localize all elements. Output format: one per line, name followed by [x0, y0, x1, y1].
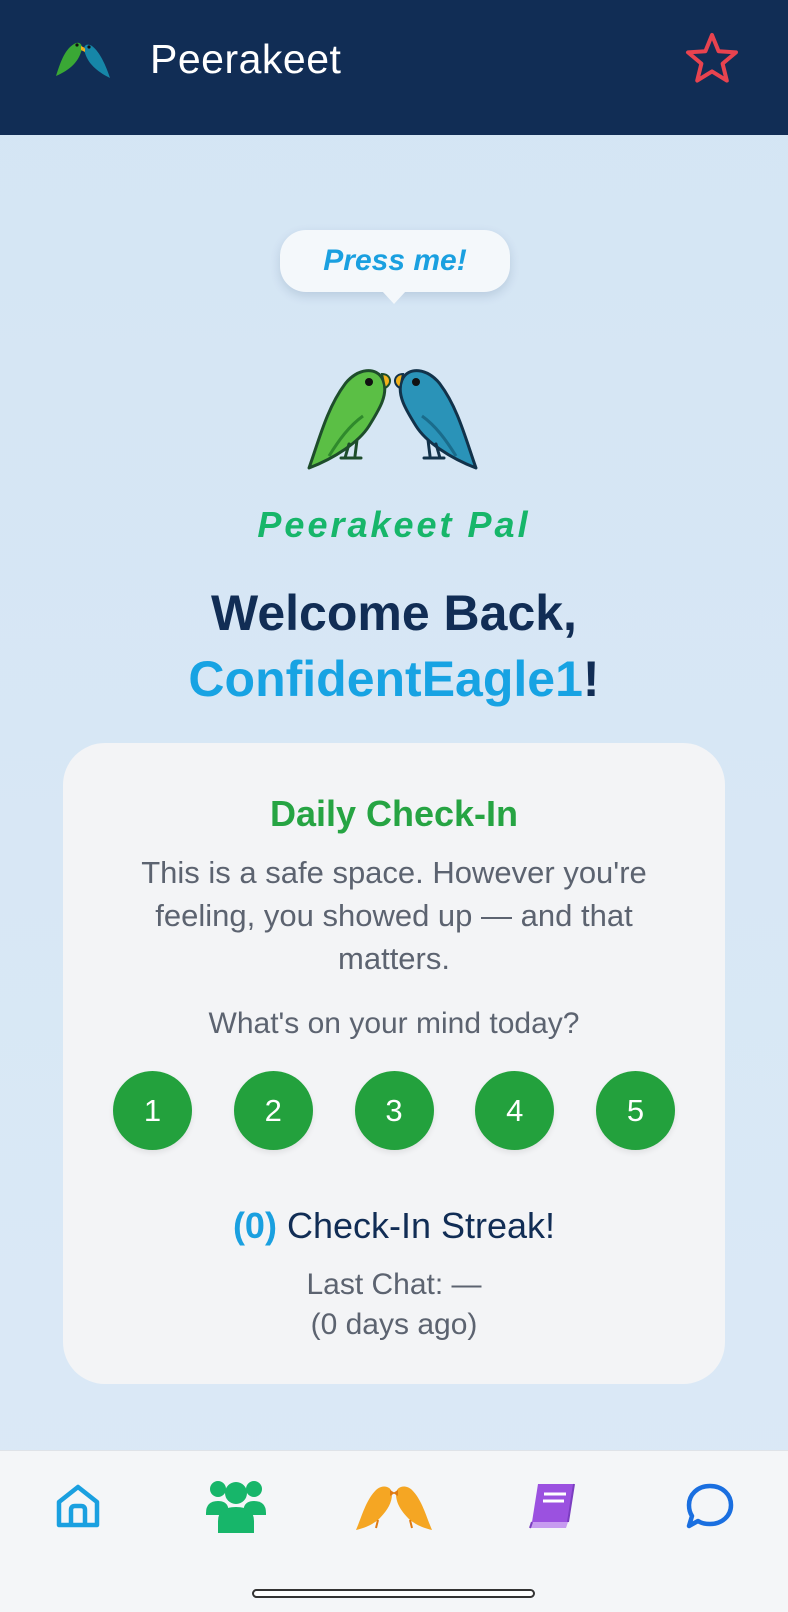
- bubble-text: Press me!: [323, 244, 467, 277]
- mood-rating-2-button[interactable]: 2: [233, 1071, 313, 1150]
- journal-icon: [529, 1483, 575, 1529]
- app-title: Peerakeet: [150, 36, 342, 82]
- welcome-suffix: !: [582, 651, 600, 707]
- mascot-name: Peerakeet Pal: [257, 504, 531, 545]
- home-icon: [56, 1484, 100, 1528]
- daily-checkin-card: Daily Check-In This is a safe space. How…: [63, 743, 725, 1384]
- press-me-bubble[interactable]: Press me!: [280, 230, 510, 304]
- parakeets-icon: [356, 1486, 432, 1530]
- welcome-line: Welcome Back,: [211, 585, 577, 641]
- checkin-title: Daily Check-In: [269, 793, 519, 834]
- mood-rating-3-button[interactable]: 3: [354, 1071, 434, 1150]
- checkin-question: What's on your mind today?: [208, 1007, 580, 1040]
- last-chat-date: Last Chat: —: [306, 1268, 482, 1301]
- last-chat-info: Last Chat: — (0 days ago): [63, 1265, 725, 1345]
- streak-count: (0): [232, 1205, 277, 1246]
- checkin-streak: (0) Check-In Streak!: [63, 1205, 725, 1247]
- home-indicator: [252, 1589, 535, 1598]
- username: ConfidentEagle1: [188, 651, 583, 707]
- nav-peerakeet[interactable]: [354, 1471, 434, 1541]
- top-app-bar: Peerakeet: [0, 0, 788, 135]
- mood-rating-5-button[interactable]: 5: [596, 1071, 675, 1150]
- mood-rating-1-button[interactable]: 1: [113, 1071, 192, 1150]
- chat-icon: [686, 1483, 734, 1529]
- welcome-heading: Welcome Back, ConfidentEagle1!: [0, 580, 788, 712]
- streak-label: Check-In Streak!: [276, 1205, 556, 1246]
- parakeet-pal-mascot-icon[interactable]: [305, 360, 480, 470]
- bottom-nav-bar: [0, 1450, 788, 1612]
- community-icon: [206, 1481, 266, 1533]
- nav-journal[interactable]: [512, 1471, 592, 1541]
- nav-chat[interactable]: [670, 1471, 750, 1541]
- parakeets-logo-icon: [56, 42, 110, 78]
- star-outline-icon[interactable]: [684, 31, 740, 87]
- mood-rating-group: 1 2 3 4 5: [113, 1071, 675, 1151]
- last-chat-ago: (0 days ago): [310, 1308, 478, 1341]
- checkin-message: This is a safe space. However you're fee…: [141, 855, 647, 976]
- nav-home[interactable]: [38, 1471, 118, 1541]
- mood-rating-4-button[interactable]: 4: [475, 1071, 555, 1150]
- nav-community[interactable]: [196, 1471, 276, 1541]
